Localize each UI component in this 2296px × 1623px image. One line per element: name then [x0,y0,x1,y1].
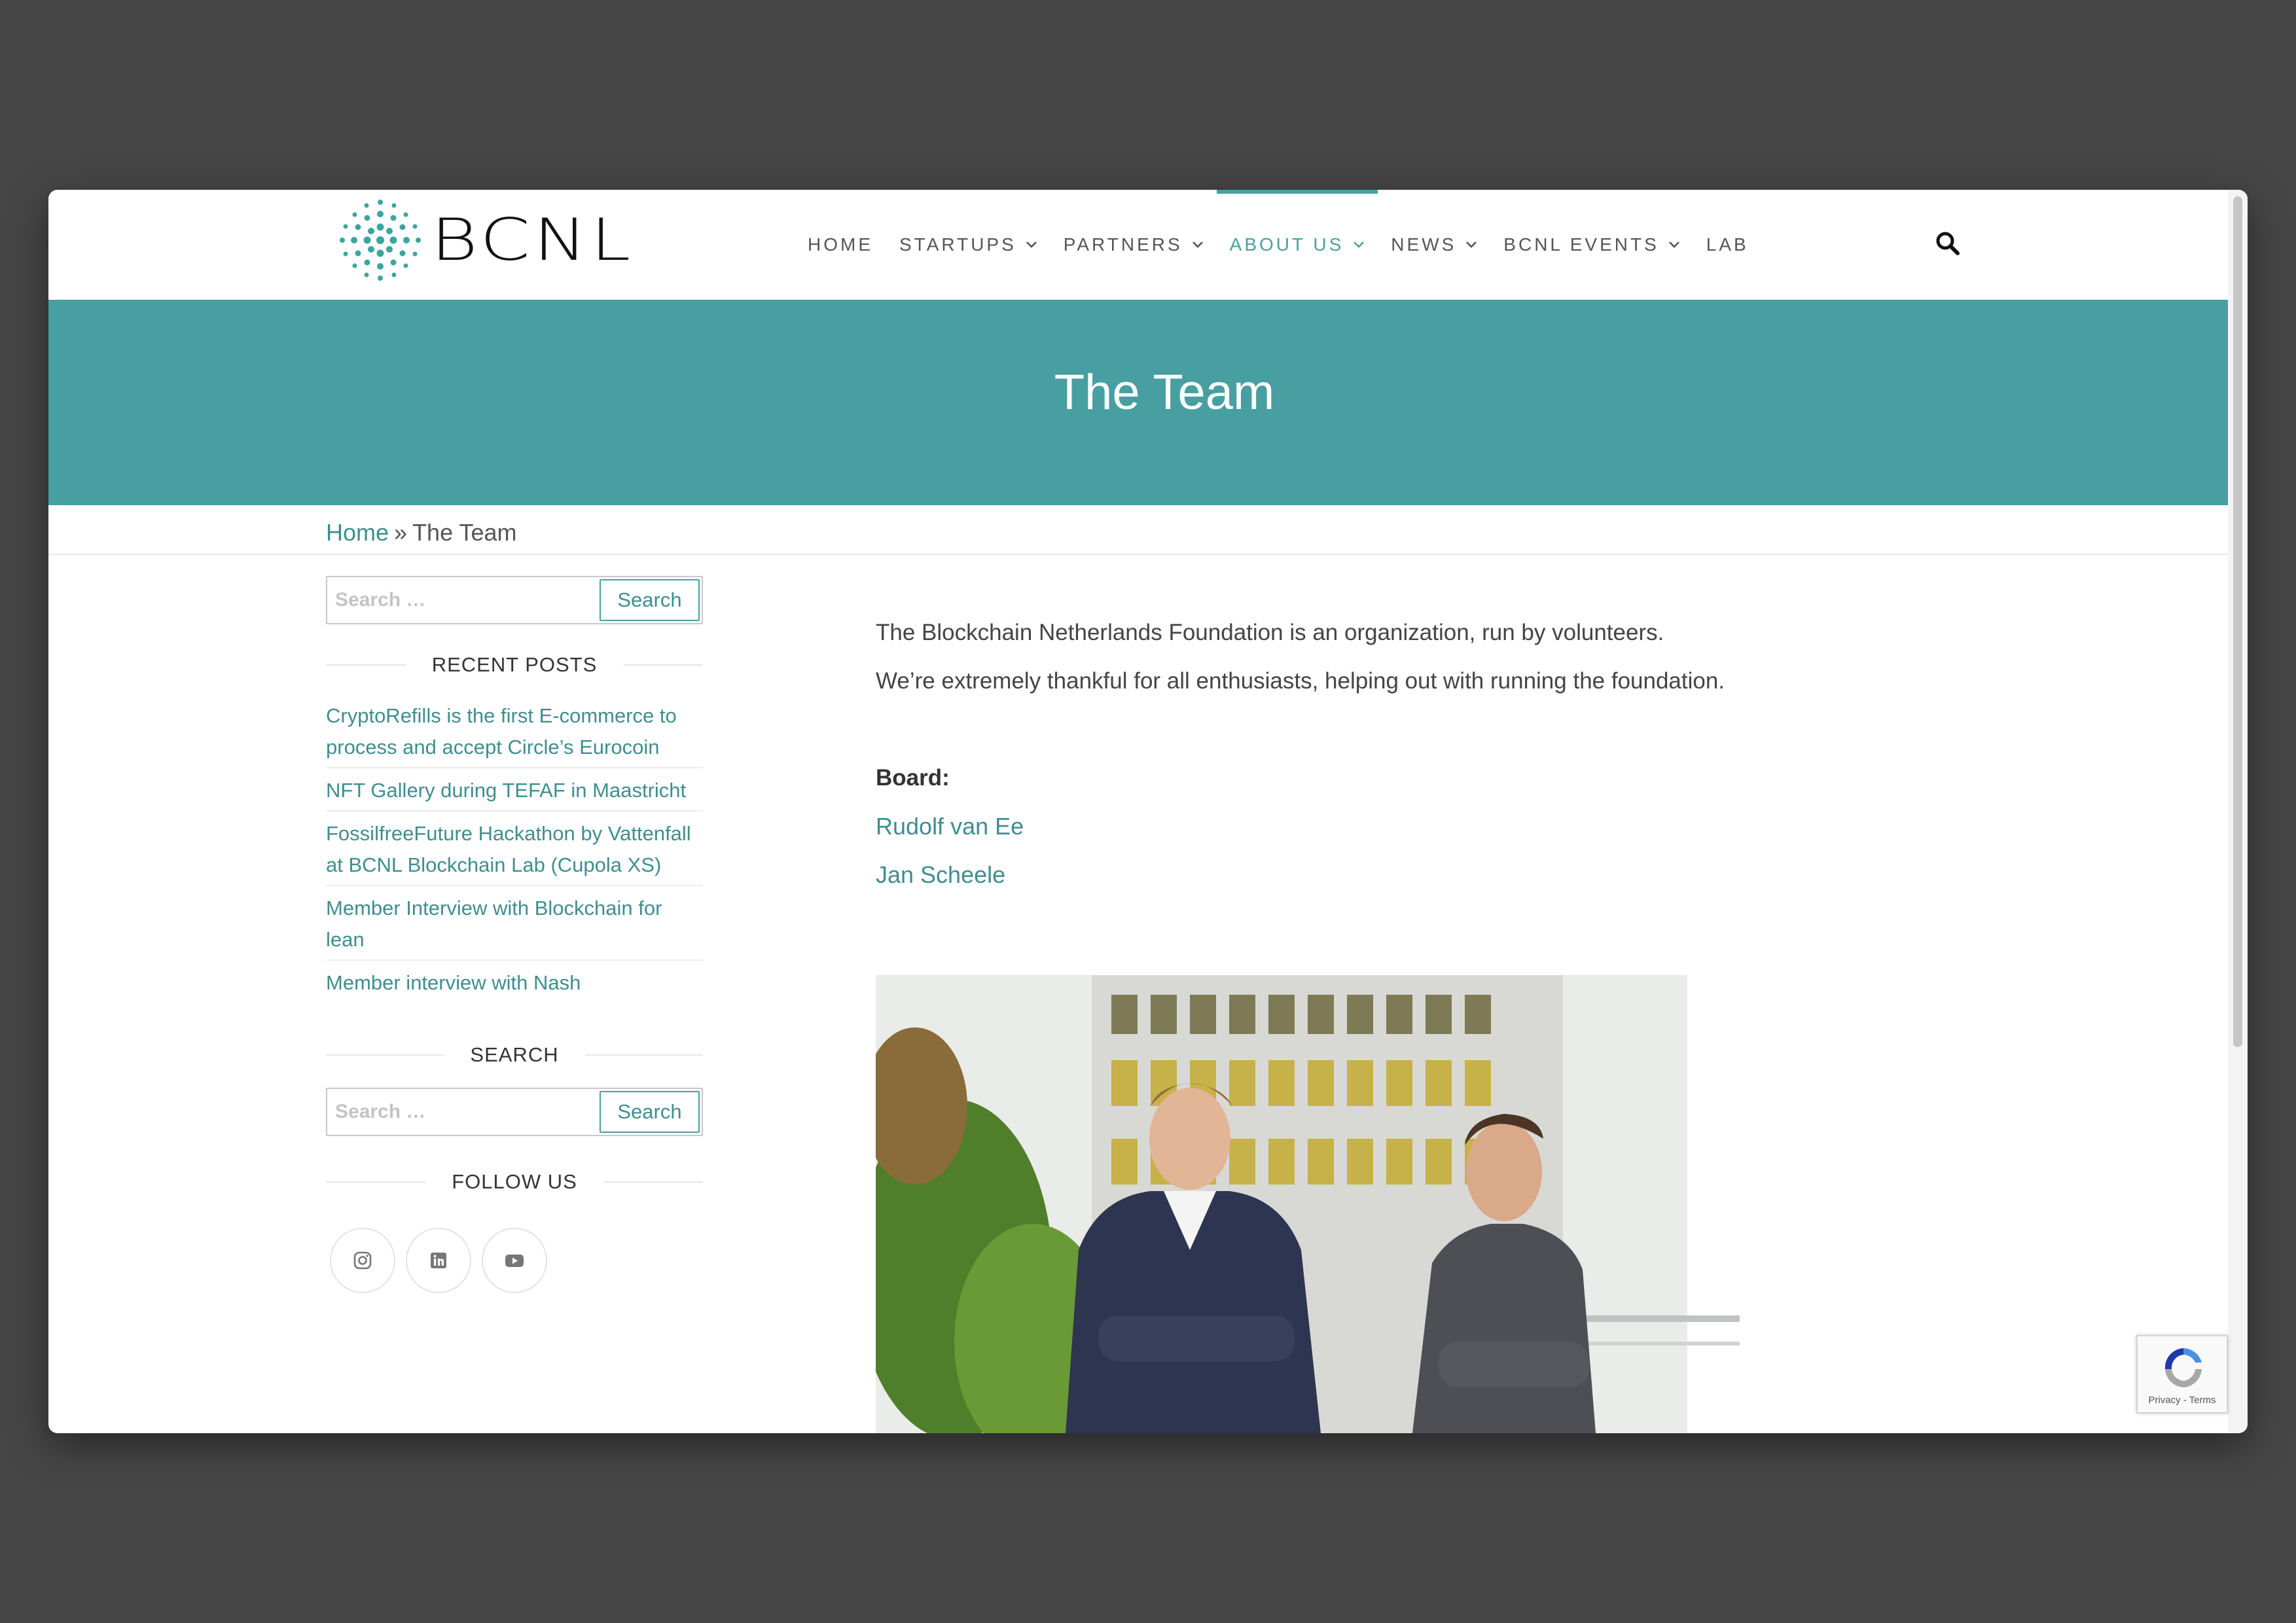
breadcrumb-divider [48,554,2228,555]
recaptcha-text[interactable]: Privacy - Terms [2138,1395,2227,1406]
widget-title-text: FOLLOW US [452,1170,577,1193]
chevron-down-icon [1192,241,1203,248]
recent-post-link[interactable]: Member Interview with Blockchain for lea… [326,886,703,961]
thanks-paragraph: We’re extremely thankful for all enthusi… [876,668,1725,694]
nav-label: BCNL EVENTS [1503,234,1659,255]
header-search-button[interactable] [1927,223,1969,264]
recent-post-link[interactable]: CryptoRefills is the first E-commerce to… [326,694,703,768]
search-icon [1936,232,1960,255]
widget-title-text: RECENT POSTS [431,653,598,676]
sidebar-search-form-top: Search [326,576,703,624]
recent-posts-list: CryptoRefills is the first E-commerce to… [326,694,703,1003]
board-heading: Board: [876,765,950,791]
breadcrumb-current: The Team [412,519,517,546]
nav-about-us[interactable]: ABOUT US [1216,190,1378,300]
search-heading: SEARCH [326,1035,703,1075]
board-member-link[interactable]: Rudolf van Ee [876,809,1792,844]
bcnl-logo[interactable]: BCNL [336,198,630,283]
breadcrumb-home-link[interactable]: Home [326,519,389,546]
page-title: The Team [1054,364,1275,420]
sidebar: Search RECENT POSTS CryptoRefills is the… [326,576,703,1293]
search-input[interactable] [327,1088,600,1135]
recent-post-link[interactable]: NFT Gallery during TEFAF in Maastricht [326,768,703,812]
page-hero: The Team [48,300,2228,505]
nav-partners[interactable]: PARTNERS [1050,190,1217,300]
nav-bcnl-events[interactable]: BCNL EVENTS [1490,190,1693,300]
nav-label: ABOUT US [1229,234,1344,255]
scrollbar-thumb[interactable] [2233,196,2242,1047]
instagram-icon [353,1251,372,1270]
chevron-down-icon [1466,241,1477,248]
nav-label: HOME [808,234,873,255]
nav-startups[interactable]: STARTUPS [886,190,1050,300]
nav-label: NEWS [1391,234,1457,255]
linkedin-icon [431,1253,446,1268]
social-links [330,1228,703,1293]
chevron-down-icon [1354,241,1365,248]
nav-lab[interactable]: LAB [1693,190,1762,300]
site-header: BCNL HOME STARTUPS PARTNERS ABOUT US NEW… [48,190,2228,300]
widget-title-text: SEARCH [470,1043,559,1066]
team-photo-image [876,975,1816,1433]
chevron-down-icon [1026,241,1037,248]
search-input[interactable] [327,577,600,624]
youtube-link[interactable] [482,1228,547,1293]
nav-label: LAB [1706,234,1749,255]
recent-posts-heading: RECENT POSTS [326,645,703,685]
recaptcha-icon [2164,1348,2202,1387]
logo-dots-icon [340,200,421,281]
main-nav: HOME STARTUPS PARTNERS ABOUT US NEWS BCN… [795,190,1762,300]
nav-news[interactable]: NEWS [1378,190,1490,300]
recent-post-link[interactable]: FossilfreeFuture Hackathon by Vattenfall… [326,812,703,886]
recaptcha-badge[interactable]: Privacy - Terms [2136,1335,2228,1414]
youtube-icon [505,1255,524,1267]
board-member-link[interactable]: Jan Scheele [876,857,1792,893]
intro-paragraph: The Blockchain Netherlands Foundation is… [876,620,1664,645]
nav-label: STARTUPS [899,234,1016,255]
browser-window: BCNL HOME STARTUPS PARTNERS ABOUT US NEW… [48,190,2248,1433]
search-button[interactable]: Search [600,1091,700,1133]
nav-home[interactable]: HOME [795,190,886,300]
logo-text: BCNL [431,206,634,274]
chevron-down-icon [1668,241,1679,248]
page-scrollbar[interactable] [2228,190,2248,1433]
breadcrumb-separator: » [394,519,408,546]
linkedin-link[interactable] [406,1228,471,1293]
team-photo [876,975,1816,1433]
sidebar-search-form-bottom: Search [326,1088,703,1136]
breadcrumb: Home » The Team [326,508,516,558]
recent-post-link[interactable]: Member interview with Nash [326,961,703,1003]
search-button[interactable]: Search [600,579,700,621]
follow-us-heading: FOLLOW US [326,1162,703,1202]
nav-label: PARTNERS [1063,234,1183,255]
main-content: The Blockchain Netherlands Foundation is… [876,615,1792,893]
instagram-link[interactable] [330,1228,395,1293]
